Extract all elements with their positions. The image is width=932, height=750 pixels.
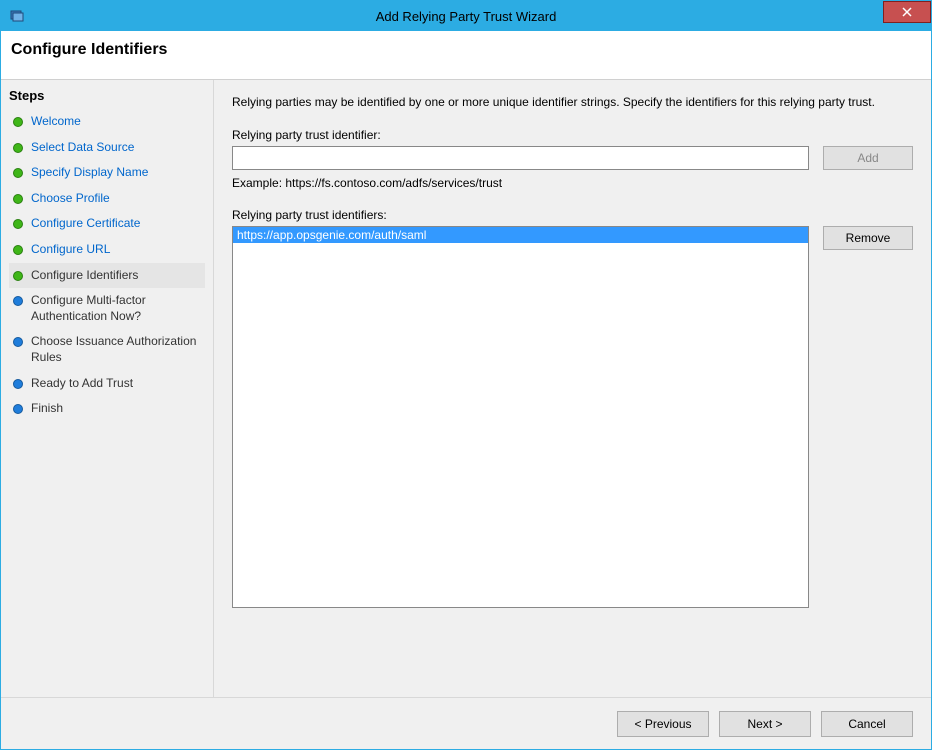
step-select-data-source[interactable]: Select Data Source: [9, 135, 205, 161]
close-button[interactable]: [883, 1, 931, 23]
step-label: Choose Profile: [31, 191, 110, 207]
step-label: Welcome: [31, 114, 81, 130]
circle-icon: [13, 143, 23, 153]
identifier-input[interactable]: [232, 146, 809, 170]
close-icon: [902, 7, 912, 17]
circle-icon: [13, 219, 23, 229]
step-label: Configure Multi-factor Authentication No…: [31, 293, 201, 324]
identifiers-list-row: https://app.opsgenie.com/auth/saml Remov…: [232, 226, 913, 608]
titlebar: Add Relying Party Trust Wizard: [1, 1, 931, 31]
step-label: Finish: [31, 401, 63, 417]
step-configure-url[interactable]: Configure URL: [9, 237, 205, 263]
circle-icon: [13, 168, 23, 178]
circle-icon: [13, 296, 23, 306]
identifiers-list-label: Relying party trust identifiers:: [232, 208, 913, 222]
circle-icon: [13, 271, 23, 281]
circle-icon: [13, 337, 23, 347]
wizard-window: Add Relying Party Trust Wizard Configure…: [0, 0, 932, 750]
page-title: Configure Identifiers: [11, 41, 921, 59]
step-label: Configure Certificate: [31, 216, 140, 232]
step-ready-to-add[interactable]: Ready to Add Trust: [9, 371, 205, 397]
step-specify-display-name[interactable]: Specify Display Name: [9, 160, 205, 186]
step-label: Specify Display Name: [31, 165, 148, 181]
circle-icon: [13, 404, 23, 414]
step-label: Configure Identifiers: [31, 268, 138, 284]
add-button[interactable]: Add: [823, 146, 913, 170]
step-welcome[interactable]: Welcome: [9, 109, 205, 135]
remove-button[interactable]: Remove: [823, 226, 913, 250]
app-icon: [9, 8, 25, 24]
circle-icon: [13, 194, 23, 204]
page-header: Configure Identifiers: [1, 31, 931, 79]
content-area: Steps Welcome Select Data Source Specify…: [1, 79, 931, 697]
step-configure-identifiers[interactable]: Configure Identifiers: [9, 263, 205, 289]
identifiers-listbox[interactable]: https://app.opsgenie.com/auth/saml: [232, 226, 809, 608]
identifier-input-row: Add: [232, 146, 913, 170]
circle-icon: [13, 117, 23, 127]
example-text: Example: https://fs.contoso.com/adfs/ser…: [232, 176, 913, 190]
step-choose-profile[interactable]: Choose Profile: [9, 186, 205, 212]
step-choose-issuance[interactable]: Choose Issuance Authorization Rules: [9, 329, 205, 370]
previous-button[interactable]: < Previous: [617, 711, 709, 737]
next-button[interactable]: Next >: [719, 711, 811, 737]
identifier-label: Relying party trust identifier:: [232, 128, 913, 142]
step-label: Select Data Source: [31, 140, 134, 156]
main-panel: Relying parties may be identified by one…: [214, 80, 931, 697]
step-label: Configure URL: [31, 242, 110, 258]
step-finish[interactable]: Finish: [9, 396, 205, 422]
circle-icon: [13, 379, 23, 389]
list-item[interactable]: https://app.opsgenie.com/auth/saml: [233, 227, 808, 243]
step-label: Choose Issuance Authorization Rules: [31, 334, 201, 365]
step-configure-mfa[interactable]: Configure Multi-factor Authentication No…: [9, 288, 205, 329]
wizard-footer: < Previous Next > Cancel: [1, 697, 931, 749]
steps-header: Steps: [9, 86, 205, 109]
window-title: Add Relying Party Trust Wizard: [1, 9, 931, 24]
step-configure-certificate[interactable]: Configure Certificate: [9, 211, 205, 237]
instruction-text: Relying parties may be identified by one…: [232, 94, 913, 110]
cancel-button[interactable]: Cancel: [821, 711, 913, 737]
circle-icon: [13, 245, 23, 255]
step-label: Ready to Add Trust: [31, 376, 133, 392]
steps-sidebar: Steps Welcome Select Data Source Specify…: [1, 80, 214, 697]
